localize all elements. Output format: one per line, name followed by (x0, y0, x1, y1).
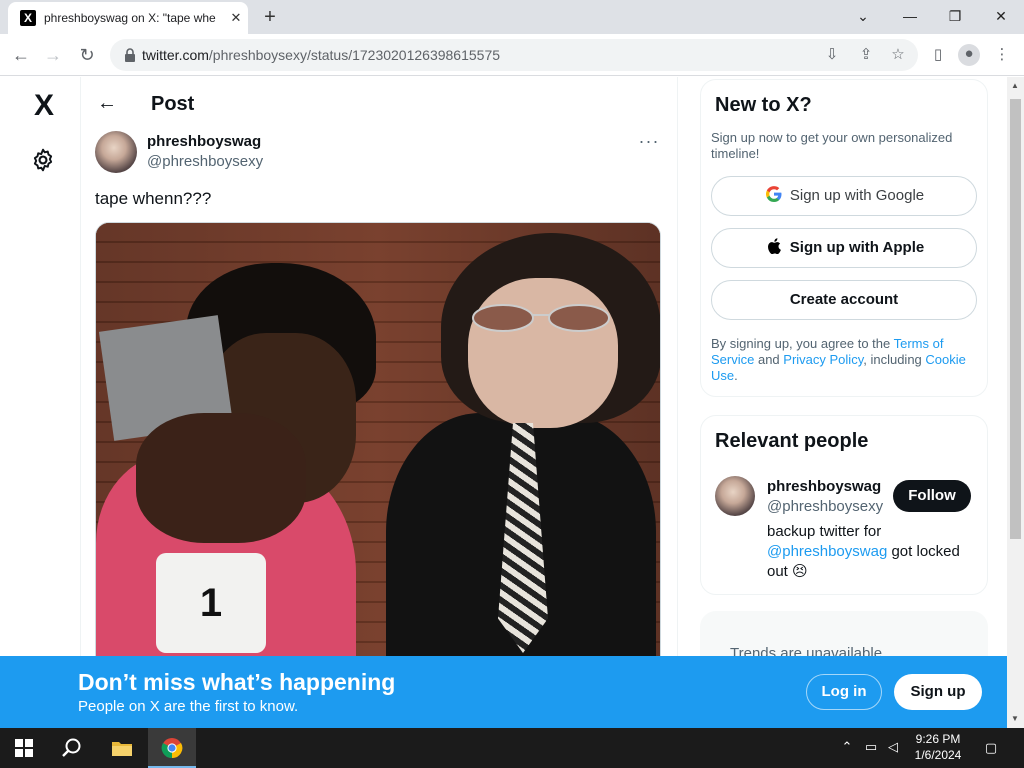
author-handle[interactable]: @phreshboysexy (147, 153, 263, 170)
terms-text: . (734, 368, 738, 383)
url-host: twitter.com (142, 47, 209, 63)
left-nav: X (0, 77, 80, 728)
privacy-policy-link[interactable]: Privacy Policy (783, 352, 863, 367)
browser-tab-strip: X phreshboyswag on X: "tape whenn???" / … (0, 0, 1024, 34)
person-avatar[interactable] (715, 476, 755, 516)
tab-close-icon[interactable]: ✕ (226, 8, 246, 28)
signup-apple-button[interactable]: Sign up with Apple (711, 228, 977, 268)
author-name[interactable]: phreshboyswag (147, 133, 261, 150)
tweet-text: tape whenn??? (95, 189, 212, 208)
signup-title: New to X? (715, 94, 812, 116)
windows-start-icon[interactable] (0, 728, 48, 768)
close-window-button[interactable]: ✕ (983, 4, 1019, 28)
signup-terms: By signing up, you agree to the Terms of… (711, 336, 977, 384)
signup-apple-label: Sign up with Apple (789, 239, 925, 256)
back-icon[interactable]: ← (8, 42, 34, 68)
page-content: X ← Post phreshboyswag @phreshboysexy ··… (0, 77, 1007, 728)
login-banner: Don’t miss what’s happening People on X … (0, 656, 1007, 728)
terms-text: and (754, 352, 784, 367)
google-g-icon (764, 177, 784, 215)
browser-tab[interactable]: X phreshboyswag on X: "tape whenn???" / … (8, 2, 248, 34)
main-column: ← Post phreshboyswag @phreshboysexy ··· … (80, 77, 678, 728)
relevant-people-title: Relevant people (715, 430, 869, 452)
restore-button[interactable]: ❐ (937, 4, 973, 28)
reload-icon[interactable]: ↻ (74, 42, 100, 68)
minimize-button[interactable]: — (892, 4, 928, 28)
person-handle[interactable]: @phreshboysexy (767, 498, 887, 515)
photo-person-left-hands (136, 413, 306, 543)
bio-mention-link[interactable]: @phreshboyswag (767, 543, 887, 560)
url-path: /phreshboysexy/status/172302012639861557… (208, 47, 501, 63)
bookmark-star-icon[interactable]: ☆ (888, 45, 908, 65)
page-scrollbar[interactable]: ▲ ▼ (1007, 77, 1024, 728)
signup-google-label: Sign up with Google (789, 187, 925, 204)
search-icon[interactable] (48, 728, 96, 768)
new-tab-button[interactable]: + (258, 5, 282, 29)
apple-logo-icon (764, 229, 784, 267)
scroll-down-icon[interactable]: ▼ (1011, 714, 1019, 723)
signup-subtitle: Sign up now to get your own personalized… (711, 130, 953, 161)
photo-sunglasses (472, 304, 610, 332)
relevant-people-card: Relevant people phreshboyswag @phreshboy… (700, 415, 988, 595)
x-favicon-icon: X (20, 10, 36, 26)
author-avatar[interactable] (95, 131, 137, 173)
browser-toolbar: ← → ↻ twitter.com/phreshboysexy/status/1… (0, 34, 1024, 76)
more-options-icon[interactable]: ··· (635, 131, 663, 151)
sign-up-button[interactable]: Sign up (894, 674, 982, 710)
page-title: Post (151, 93, 195, 115)
banner-title: Don’t miss what’s happening (78, 669, 396, 695)
lock-icon (125, 48, 135, 62)
person-bio: backup twitter for @phreshboyswag got lo… (767, 522, 979, 582)
network-icon[interactable]: ▭ (862, 738, 880, 756)
photo-jersey-number: 1 (156, 553, 266, 653)
terms-text: , including (863, 352, 926, 367)
back-arrow-icon[interactable]: ← (95, 91, 119, 115)
tab-title: phreshboyswag on X: "tape whenn???" / X (44, 11, 216, 25)
right-sidebar: New to X? Sign up now to get your own pe… (695, 77, 995, 728)
scroll-up-icon[interactable]: ▲ (1011, 81, 1019, 90)
clock-date: 1/6/2024 (914, 748, 962, 762)
photo-person-right-face (468, 278, 618, 428)
person-name[interactable]: phreshboyswag (767, 478, 881, 495)
clock-time: 9:26 PM (915, 732, 961, 746)
tray-chevron-icon[interactable]: ⌃ (838, 738, 856, 756)
signup-google-button[interactable]: Sign up with Google (711, 176, 977, 216)
follow-button[interactable]: Follow (893, 480, 971, 512)
taskbar-clock[interactable]: 9:26 PM 1/6/2024 (900, 731, 976, 763)
share-icon[interactable]: ⇪ (856, 45, 876, 65)
address-bar[interactable]: twitter.com/phreshboysexy/status/1723020… (110, 39, 918, 71)
x-logo-icon[interactable]: X (28, 91, 60, 121)
scrollbar-thumb[interactable] (1010, 99, 1021, 539)
profile-avatar-icon[interactable]: ● (958, 44, 980, 66)
forward-icon[interactable]: → (40, 42, 66, 68)
url-text[interactable]: twitter.com/phreshboysexy/status/1723020… (142, 47, 500, 63)
chrome-taskbar-icon[interactable] (148, 728, 196, 768)
log-in-button[interactable]: Log in (806, 674, 882, 710)
notifications-icon[interactable]: ▢ (982, 739, 1000, 757)
side-panel-icon[interactable]: ▯ (928, 45, 948, 65)
install-icon[interactable]: ⇩ (822, 45, 842, 65)
windows-taskbar: ⌃ ▭ ◁ 9:26 PM 1/6/2024 ▢ (0, 728, 1024, 768)
create-account-button[interactable]: Create account (711, 280, 977, 320)
tweet-photo[interactable]: 1 (95, 222, 661, 728)
file-explorer-icon[interactable] (98, 728, 146, 768)
gear-icon[interactable] (30, 147, 56, 173)
tab-search-icon[interactable]: ⌄ (845, 4, 881, 28)
menu-kebab-icon[interactable]: ⋮ (992, 45, 1012, 65)
bio-text: backup twitter for (767, 523, 882, 540)
terms-text: By signing up, you agree to the (711, 336, 894, 351)
signup-card: New to X? Sign up now to get your own pe… (700, 79, 988, 397)
banner-subtitle: People on X are the first to know. (78, 698, 299, 715)
